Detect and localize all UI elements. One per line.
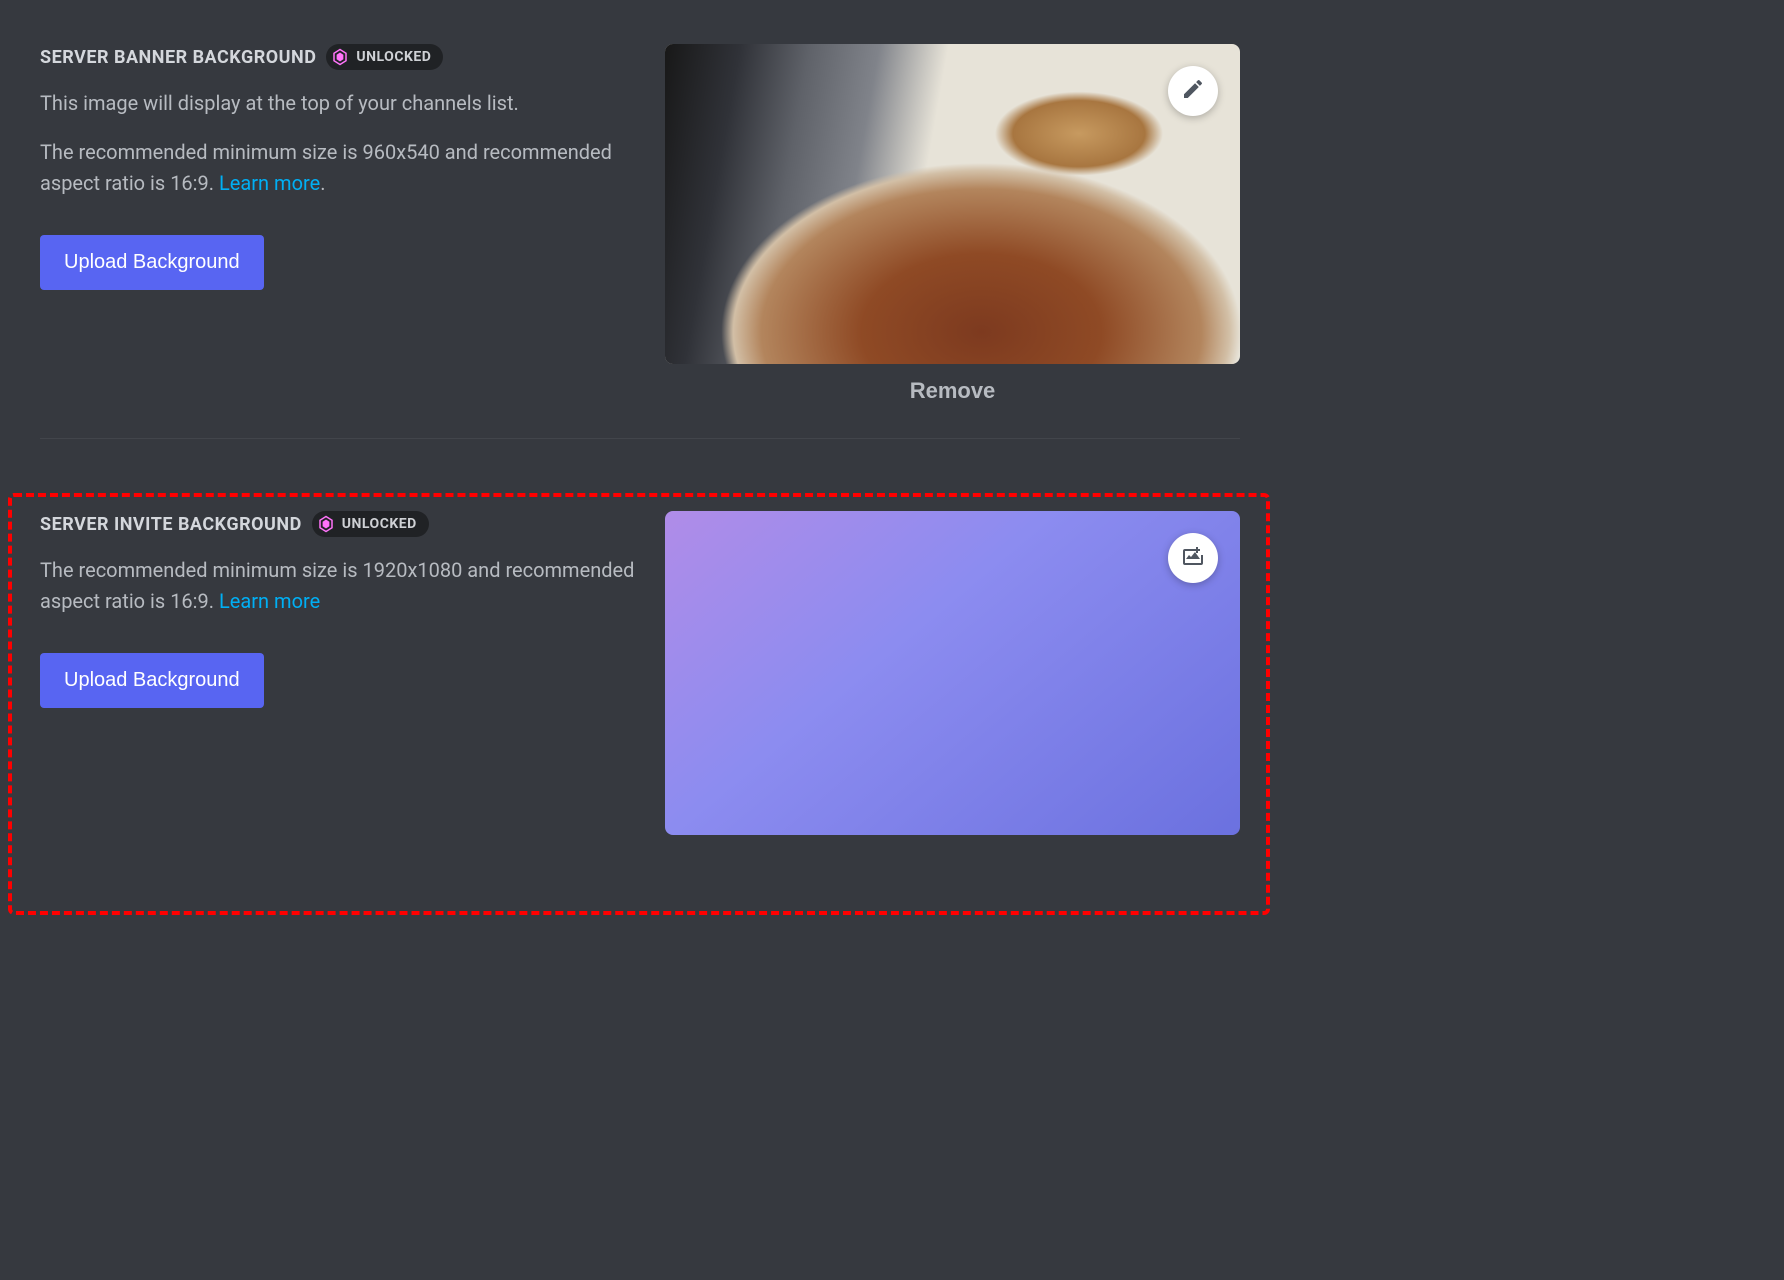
boost-icon [316,514,336,534]
invite-preview[interactable] [665,511,1240,835]
banner-right-col: Remove [665,44,1240,404]
learn-more-link[interactable]: Learn more [219,589,320,613]
banner-desc-2-pre: The recommended minimum size is 960x540 … [40,140,612,195]
invite-left-col: SERVER INVITE BACKGROUND UNLOCKED The re… [40,511,635,835]
add-invite-image-button[interactable] [1168,533,1218,583]
invite-right-col [665,511,1240,835]
add-image-icon [1181,544,1205,572]
unlocked-badge: UNLOCKED [326,44,443,70]
banner-header: SERVER BANNER BACKGROUND UNLOCKED [40,44,635,70]
banner-left-col: SERVER BANNER BACKGROUND UNLOCKED This i… [40,44,635,404]
badge-text: UNLOCKED [356,49,431,65]
remove-button[interactable]: Remove [665,378,1240,404]
invite-desc: The recommended minimum size is 1920x108… [40,555,635,617]
pencil-icon [1181,77,1205,105]
banner-preview[interactable] [665,44,1240,364]
server-banner-section: SERVER BANNER BACKGROUND UNLOCKED This i… [0,0,1280,426]
edit-banner-button[interactable] [1168,66,1218,116]
badge-text: UNLOCKED [342,516,417,532]
invite-header: SERVER INVITE BACKGROUND UNLOCKED [40,511,635,537]
banner-image [665,44,1240,364]
invite-desc-pre: The recommended minimum size is 1920x108… [40,558,634,613]
server-invite-section: SERVER INVITE BACKGROUND UNLOCKED The re… [0,439,1280,857]
upload-background-button[interactable]: Upload Background [40,235,264,290]
invite-title: SERVER INVITE BACKGROUND [40,514,302,535]
banner-desc-1: This image will display at the top of yo… [40,88,635,119]
banner-title: SERVER BANNER BACKGROUND [40,47,316,68]
learn-more-link[interactable]: Learn more [219,171,320,195]
invite-preview-wrap [665,511,1240,835]
boost-icon [330,47,350,67]
unlocked-badge: UNLOCKED [312,511,429,537]
banner-desc-2-post: . [320,171,325,195]
banner-preview-wrap: Remove [665,44,1240,404]
upload-background-button[interactable]: Upload Background [40,653,264,708]
banner-desc-2: The recommended minimum size is 960x540 … [40,137,635,199]
